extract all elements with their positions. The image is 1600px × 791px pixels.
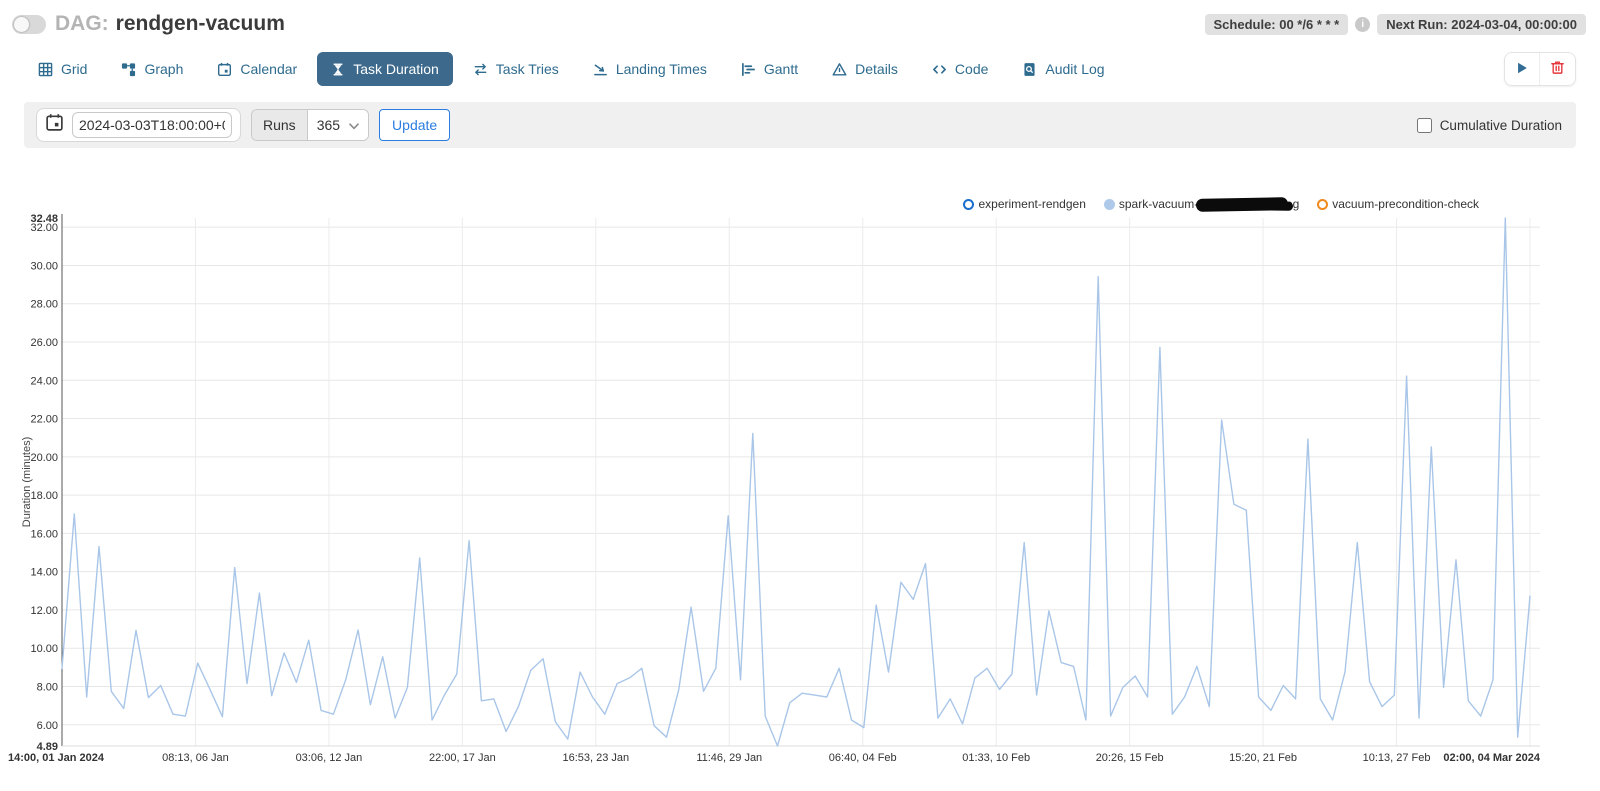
svg-text:32.48: 32.48 [30,213,58,225]
play-icon [1515,61,1529,78]
code-icon [932,62,947,77]
tab-label: Task Duration [353,61,439,77]
repeat-icon [473,62,488,77]
info-icon[interactable]: i [1355,17,1370,32]
svg-text:02:00, 04 Mar 2024: 02:00, 04 Mar 2024 [1443,752,1541,764]
svg-text:Duration (minutes): Duration (minutes) [21,437,33,527]
svg-text:08:13, 06 Jan: 08:13, 06 Jan [162,752,229,764]
tab-task-tries[interactable]: Task Tries [459,52,573,86]
tab-label: Audit Log [1045,61,1104,77]
trash-icon [1550,60,1565,78]
gantt-icon [741,62,756,77]
landing-icon [593,62,608,77]
redaction-blob [1196,197,1288,212]
runs-value: 365 [317,117,340,133]
ring-marker-icon [963,199,974,210]
airflow-dag-page: { "header": { "dag_prefix": "DAG:", "dag… [0,0,1600,791]
svg-text:20.00: 20.00 [30,452,58,464]
tab-label: Grid [61,61,87,77]
runs-label: Runs [252,110,308,140]
svg-text:20:26, 15 Feb: 20:26, 15 Feb [1096,752,1164,764]
tab-label: Task Tries [496,61,559,77]
base-date-field [36,108,241,142]
graph-icon [121,62,136,77]
svg-text:8.00: 8.00 [37,681,58,693]
tab-label: Landing Times [616,61,707,77]
tab-gantt[interactable]: Gantt [727,52,812,86]
trigger-dag-button[interactable] [1505,53,1540,85]
grid-icon [38,62,53,77]
chevron-down-icon [349,117,359,133]
svg-text:15:20, 21 Feb: 15:20, 21 Feb [1229,752,1297,764]
svg-text:30.00: 30.00 [30,260,58,272]
svg-text:22.00: 22.00 [30,414,58,426]
ring-marker-icon [1317,199,1328,210]
tab-code[interactable]: Code [918,52,1002,86]
svg-text:03:06, 12 Jan: 03:06, 12 Jan [296,752,363,764]
svg-text:01:33, 10 Feb: 01:33, 10 Feb [962,752,1030,764]
tab-grid[interactable]: Grid [24,52,101,86]
hourglass-icon [331,62,345,77]
svg-text:06:40, 04 Feb: 06:40, 04 Feb [829,752,897,764]
dag-prefix-label: DAG: [55,12,109,36]
chart-legend: experiment-rendgen spark-vacuum--log vacuu… [963,197,1479,211]
svg-text:18.00: 18.00 [30,490,58,502]
svg-text:6.00: 6.00 [37,720,58,732]
svg-text:14:00, 01 Jan 2024: 14:00, 01 Jan 2024 [8,752,105,764]
svg-text:32.00: 32.00 [30,222,58,234]
svg-text:28.00: 28.00 [30,299,58,311]
svg-text:14.00: 14.00 [30,567,58,579]
svg-text:10:13, 27 Feb: 10:13, 27 Feb [1363,752,1431,764]
tab-audit-log[interactable]: Audit Log [1008,52,1118,86]
legend-item[interactable]: vacuum-precondition-check [1317,197,1479,211]
delete-dag-button[interactable] [1540,53,1575,85]
date-input[interactable] [72,112,232,138]
svg-text:24.00: 24.00 [30,375,58,387]
tab-graph[interactable]: Graph [107,52,197,86]
tab-label: Calendar [240,61,297,77]
runs-select[interactable]: 365 [308,110,368,140]
next-run-badge: Next Run: 2024-03-04, 00:00:00 [1377,14,1586,35]
dag-action-buttons [1504,52,1576,86]
calendar-icon [217,62,232,77]
dag-header: DAG: rendgen-vacuum Schedule: 00 */6 * *… [0,0,1600,38]
svg-text:11:46, 29 Jan: 11:46, 29 Jan [696,752,762,764]
tab-bar: Grid Graph Calendar Task Duration Task T… [0,38,1600,86]
svg-text:26.00: 26.00 [30,337,58,349]
cumulative-duration-checkbox[interactable] [1417,118,1432,133]
tab-landing-times[interactable]: Landing Times [579,52,721,86]
tab-label: Graph [144,61,183,77]
legend-item[interactable]: spark-vacuum--log [1104,197,1299,211]
svg-text:10.00: 10.00 [30,643,58,655]
filter-toolbar: Runs 365 Update Cumulative Duration [24,102,1576,148]
tab-label: Details [855,61,898,77]
warning-triangle-icon [832,62,847,77]
page-title: rendgen-vacuum [116,12,285,36]
runs-group: Runs 365 [251,109,369,141]
legend-item[interactable]: experiment-rendgen [963,197,1085,211]
tab-label: Code [955,61,988,77]
audit-log-icon [1022,62,1037,77]
tab-label: Gantt [764,61,798,77]
svg-text:16.00: 16.00 [30,528,58,540]
tab-calendar[interactable]: Calendar [203,52,311,86]
svg-text:12.00: 12.00 [30,605,58,617]
solid-marker-icon [1104,199,1115,210]
dag-pause-toggle[interactable] [12,15,46,34]
svg-text:4.89: 4.89 [37,741,58,753]
calendar-icon [45,113,64,137]
cumulative-duration-control: Cumulative Duration [1417,118,1564,133]
schedule-badge: Schedule: 00 */6 * * * [1205,14,1349,35]
tab-details[interactable]: Details [818,52,912,86]
svg-text:16:53, 23 Jan: 16:53, 23 Jan [562,752,629,764]
tab-task-duration[interactable]: Task Duration [317,52,453,86]
svg-text:22:00, 17 Jan: 22:00, 17 Jan [429,752,496,764]
cumulative-duration-label: Cumulative Duration [1440,118,1562,133]
update-button[interactable]: Update [379,109,450,141]
